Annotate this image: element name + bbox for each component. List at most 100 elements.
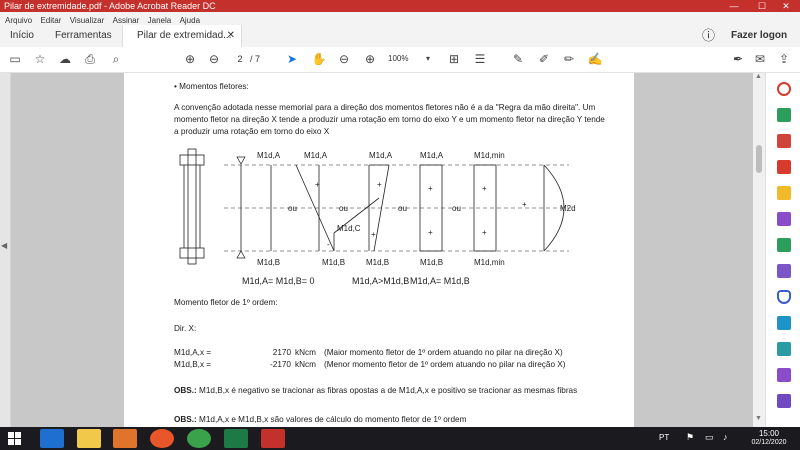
scroll-up-icon[interactable]: ▲ bbox=[755, 73, 762, 80]
fit-page-icon[interactable]: ⊞ bbox=[446, 51, 462, 67]
tab-home[interactable]: Início bbox=[10, 25, 34, 47]
tray-flag-icon[interactable]: ⚑ bbox=[686, 432, 694, 443]
equation-2: M1d,A>M1d,B bbox=[352, 276, 409, 286]
label-top-4: M1d,A bbox=[420, 151, 444, 160]
paragraph-line-1: A convenção adotada nesse memorial para … bbox=[174, 103, 596, 112]
export-pdf-icon[interactable] bbox=[777, 108, 791, 122]
combine-files-icon[interactable] bbox=[777, 212, 791, 226]
signin-link[interactable]: Fazer logon bbox=[731, 25, 787, 47]
menu-assinar[interactable]: Assinar bbox=[113, 16, 140, 25]
page-number-input[interactable]: 2 bbox=[232, 52, 248, 66]
language-indicator[interactable]: PT bbox=[659, 433, 669, 442]
scroll-mode-icon[interactable]: ☰ bbox=[472, 51, 488, 67]
tab-tools[interactable]: Ferramentas bbox=[55, 25, 112, 47]
obs-2: OBS.: M1d,A,x e M1d,B,x são valores de c… bbox=[174, 414, 466, 425]
previous-page-icon[interactable]: ⊕ bbox=[182, 51, 198, 67]
media-player-icon[interactable] bbox=[113, 429, 137, 448]
window-titlebar: Pilar de extremidade.pdf - Adobe Acrobat… bbox=[0, 0, 800, 12]
dashed-reference-lines bbox=[224, 164, 569, 252]
label-bottom-1: M1d,B bbox=[257, 258, 280, 267]
row-1-label: M1d,A,x = bbox=[174, 348, 212, 357]
file-explorer-icon[interactable] bbox=[77, 429, 101, 448]
document-viewport[interactable]: • Momentos fletores: A convenção adotada… bbox=[11, 73, 753, 427]
label-m2d: M2d bbox=[560, 204, 576, 213]
menu-editar[interactable]: Editar bbox=[40, 16, 61, 25]
internet-explorer-icon[interactable] bbox=[40, 429, 64, 448]
comment-icon[interactable]: ✎ bbox=[510, 51, 526, 67]
scroll-thumb[interactable] bbox=[756, 145, 762, 173]
vertical-scrollbar[interactable]: ▲ ▼ bbox=[753, 73, 765, 427]
organize-pages-icon[interactable] bbox=[777, 238, 791, 252]
acrobat-reader-icon[interactable] bbox=[261, 429, 285, 448]
share-icon[interactable]: ⇪ bbox=[776, 51, 792, 67]
main-toolbar: ▭ ☆ ☁ ⎙ ⌕ ⊕ ⊖ 2 / 7 ➤ ✋ ⊖ ⊕ 100% ▾ ⊞ ☰ ✎… bbox=[0, 47, 800, 73]
obs-1-label: OBS.: bbox=[174, 386, 197, 395]
tab-document[interactable]: Pilar de extremidad... ✕ bbox=[122, 25, 242, 48]
highlight-icon[interactable]: ✐ bbox=[536, 51, 552, 67]
fill-sign-icon[interactable]: ✍ bbox=[587, 51, 603, 67]
label-bottom-2: M1d,B bbox=[322, 258, 345, 267]
volume-icon[interactable]: ♪ bbox=[723, 432, 728, 442]
pdf-page: • Momentos fletores: A convenção adotada… bbox=[124, 73, 634, 427]
sign-pen-icon[interactable]: ✒ bbox=[730, 51, 746, 67]
start-windows-icon[interactable] bbox=[8, 432, 21, 445]
chrome-icon[interactable] bbox=[187, 429, 211, 448]
help-icon[interactable]: ⓘ bbox=[702, 25, 715, 47]
enhance-scans-icon[interactable] bbox=[777, 342, 791, 356]
label-top-2: M1d,A bbox=[304, 151, 328, 160]
right-tools-panel bbox=[765, 73, 800, 427]
window-title: Pilar de extremidade.pdf - Adobe Acrobat… bbox=[4, 1, 216, 11]
menu-visualizar[interactable]: Visualizar bbox=[70, 16, 105, 25]
paragraph-line-3: a produzir uma rotação em torno do eixo … bbox=[174, 127, 330, 136]
sign-plus-4: + bbox=[428, 184, 433, 193]
obs-2-text: M1d,A,x e M1d,B,x são valores de cálculo… bbox=[199, 415, 467, 424]
menu-arquivo[interactable]: Arquivo bbox=[5, 16, 32, 25]
clock-date[interactable]: 02/12/2020 bbox=[749, 439, 789, 446]
left-panel-toggle-icon[interactable]: ◀ bbox=[1, 241, 7, 250]
mail-icon[interactable]: ✉ bbox=[752, 51, 768, 67]
create-pdf-icon[interactable] bbox=[777, 134, 791, 148]
tab-bar: Início Ferramentas Pilar de extremidad..… bbox=[0, 25, 800, 48]
sign-plus-5: + bbox=[428, 228, 433, 237]
fill-sign-tool-icon[interactable] bbox=[777, 368, 791, 382]
edit-pdf-icon[interactable] bbox=[777, 160, 791, 174]
upload-cloud-icon[interactable]: ☁ bbox=[57, 51, 73, 67]
zoom-out-icon[interactable]: ⊖ bbox=[336, 51, 352, 67]
ou-3: ou bbox=[398, 204, 407, 213]
menu-bar: Arquivo Editar Visualizar Assinar Janela… bbox=[0, 12, 800, 25]
firefox-icon[interactable] bbox=[150, 429, 174, 448]
zoom-tool-icon[interactable] bbox=[777, 82, 791, 96]
bottom-support-marker bbox=[236, 250, 246, 259]
bookmark-star-icon[interactable]: ☆ bbox=[32, 51, 48, 67]
select-cursor-icon[interactable]: ➤ bbox=[284, 51, 300, 67]
menu-janela[interactable]: Janela bbox=[148, 16, 172, 25]
obs-1-text: M1d,B,x é negativo se tracionar as fibra… bbox=[199, 386, 578, 395]
sign-plus-8: + bbox=[522, 200, 527, 209]
zoom-dropdown-icon[interactable]: ▾ bbox=[420, 51, 436, 67]
hand-tool-icon[interactable]: ✋ bbox=[311, 51, 327, 67]
protect-shield-icon[interactable] bbox=[777, 290, 791, 304]
ou-4: ou bbox=[452, 204, 461, 213]
scroll-down-icon[interactable]: ▼ bbox=[755, 415, 762, 422]
redact-icon[interactable] bbox=[777, 264, 791, 278]
tab-close-icon[interactable]: ✕ bbox=[227, 25, 235, 47]
clock-time[interactable]: 15:00 bbox=[749, 429, 789, 438]
network-icon[interactable]: ▭ bbox=[705, 432, 714, 443]
close-icon[interactable]: ✕ bbox=[772, 0, 800, 12]
label-m1dc: M1d,C bbox=[337, 224, 361, 233]
equation-1: M1d,A= M1d,B= 0 bbox=[242, 276, 315, 286]
print-icon[interactable]: ⎙ bbox=[82, 51, 98, 67]
menu-ajuda[interactable]: Ajuda bbox=[180, 16, 200, 25]
compress-pdf-icon[interactable] bbox=[777, 316, 791, 330]
search-icon[interactable]: ⌕ bbox=[108, 51, 124, 67]
send-for-signature-icon[interactable] bbox=[777, 394, 791, 408]
excel-icon[interactable] bbox=[224, 429, 248, 448]
comment-tool-icon[interactable] bbox=[777, 186, 791, 200]
draw-icon[interactable]: ✏ bbox=[561, 51, 577, 67]
label-top-1: M1d,A bbox=[257, 151, 281, 160]
minimize-icon[interactable]: — bbox=[720, 0, 748, 12]
next-page-icon[interactable]: ⊖ bbox=[206, 51, 222, 67]
zoom-in-icon[interactable]: ⊕ bbox=[362, 51, 378, 67]
sign-plus-1: + bbox=[315, 180, 320, 189]
save-icon[interactable]: ▭ bbox=[7, 51, 23, 67]
